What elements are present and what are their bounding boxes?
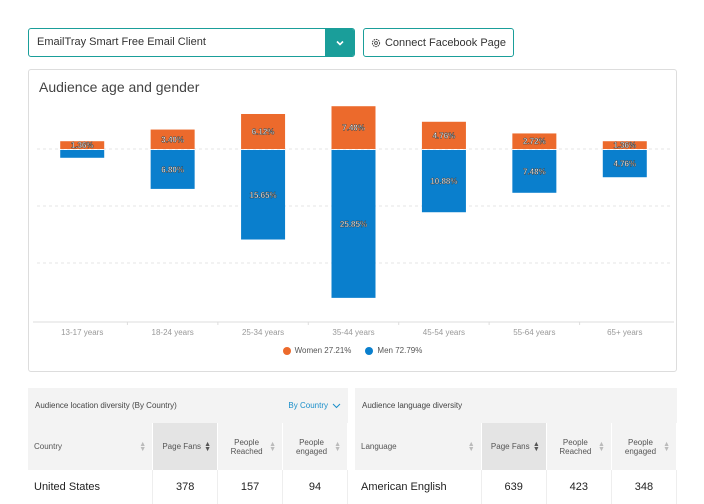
data-label-women: 2.72% [523, 137, 546, 146]
sort-icon: ▲ ▼ [663, 440, 670, 453]
location-table-title: Audience location diversity (By Country) [35, 401, 177, 410]
legend-dot-women [282, 346, 291, 355]
x-tick-label: 55-64 years [513, 328, 555, 337]
cell-people-engaged: 348 [611, 470, 678, 504]
cell-people-reached: 423 [546, 470, 612, 504]
location-table-card: Audience location diversity (By Country)… [28, 388, 348, 504]
sort-desc-icon: ▲ ▼ [204, 440, 212, 453]
sort-icon: ▲ ▼ [467, 440, 475, 453]
connect-facebook-button[interactable]: Connect Facebook Page [363, 28, 514, 57]
legend-item-women[interactable]: Women 27.21% [282, 346, 352, 355]
data-label-women: 1.36% [71, 141, 94, 150]
sort-icon: ▲ ▼ [139, 440, 147, 453]
x-tick-label: 35-44 years [332, 328, 374, 337]
app-selector-value: EmailTray Smart Free Email Client [37, 36, 206, 48]
language-table: Language ▲ ▼ Page Fans ▲ ▼ People Reached ▲ ▼ … [355, 423, 678, 504]
data-label-women: 6.12% [252, 127, 275, 136]
x-tick-label: 18-24 years [152, 328, 194, 337]
column-header-language[interactable]: Language ▲ ▼ [355, 423, 482, 470]
sort-icon: ▲ ▼ [334, 440, 341, 453]
x-tick-label: 45-54 years [423, 328, 465, 337]
column-header-page-fans[interactable]: Page Fans ▲ ▼ [152, 423, 219, 470]
cell-language: American English [355, 470, 482, 504]
data-label-men: 25.85% [340, 220, 367, 229]
data-label-men: 6.80% [161, 165, 184, 174]
by-country-dropdown[interactable]: By Country [288, 401, 341, 410]
data-label-men: 10.88% [430, 177, 457, 186]
cell-page-fans: 639 [481, 470, 547, 504]
table-row: United States 378 157 94 [28, 470, 348, 504]
sort-icon: ▲ ▼ [597, 440, 605, 453]
chevron-down-icon [335, 40, 344, 46]
data-label-women: 4.76% [433, 131, 456, 140]
connect-facebook-label: Connect Facebook Page [384, 36, 507, 49]
x-tick-label: 25-34 years [242, 328, 284, 337]
language-table-card: Audience language diversity Language ▲ ▼ P… [355, 388, 678, 504]
age-gender-card: Audience age and gender 1.36% 13-17 years… [28, 69, 677, 372]
cell-country: United States [28, 470, 154, 504]
app-selector[interactable]: EmailTray Smart Free Email Client [28, 28, 355, 57]
legend-dot-men [365, 346, 374, 355]
column-header-people-engaged[interactable]: People engaged ▲ ▼ [611, 423, 678, 470]
gear-icon [371, 38, 381, 47]
table-row: American English 639 423 348 [355, 470, 678, 504]
data-label-women: 1.36% [613, 141, 636, 150]
chevron-down-icon [332, 403, 341, 408]
location-table: Country ▲ ▼ Page Fans ▲ ▼ People Reached ▲ ▼ P… [28, 423, 348, 504]
chart-legend: Women 27.21% Men 72.79% [29, 346, 676, 355]
x-tick-label: 65+ years [607, 328, 642, 337]
data-label-men: 7.48% [523, 167, 546, 176]
data-label-women: 7.48% [342, 124, 365, 133]
legend-label-men: Men 72.79% [377, 346, 423, 355]
age-gender-chart: 1.36% 13-17 years 3.40% 6.80% 18-24 years 6.1… [33, 106, 674, 337]
language-table-title: Audience language diversity [362, 401, 463, 410]
data-label-women: 3.40% [161, 135, 184, 144]
column-header-people-reached[interactable]: People Reached ▲ ▼ [546, 423, 612, 470]
app-selector-toggle[interactable] [325, 29, 354, 56]
column-header-page-fans[interactable]: Page Fans ▲ ▼ [481, 423, 547, 470]
legend-label-women: Women 27.21% [294, 346, 352, 355]
sort-icon: ▲ ▼ [269, 440, 277, 453]
x-tick-label: 13-17 years [61, 328, 103, 337]
cell-people-reached: 157 [217, 470, 284, 504]
data-label-men: 15.65% [250, 191, 277, 200]
cell-page-fans: 378 [152, 470, 219, 504]
bar-men-13-17-years [60, 150, 105, 158]
by-country-label: By Country [288, 401, 328, 410]
column-header-people-reached[interactable]: People Reached ▲ ▼ [217, 423, 284, 470]
legend-item-men[interactable]: Men 72.79% [365, 346, 422, 355]
cell-people-engaged: 94 [282, 470, 348, 504]
column-header-country[interactable]: Country ▲ ▼ [28, 423, 154, 470]
data-label-men: 4.76% [613, 160, 636, 169]
sort-desc-icon: ▲ ▼ [532, 440, 540, 453]
column-header-people-engaged[interactable]: People engaged ▲ ▼ [282, 423, 348, 470]
